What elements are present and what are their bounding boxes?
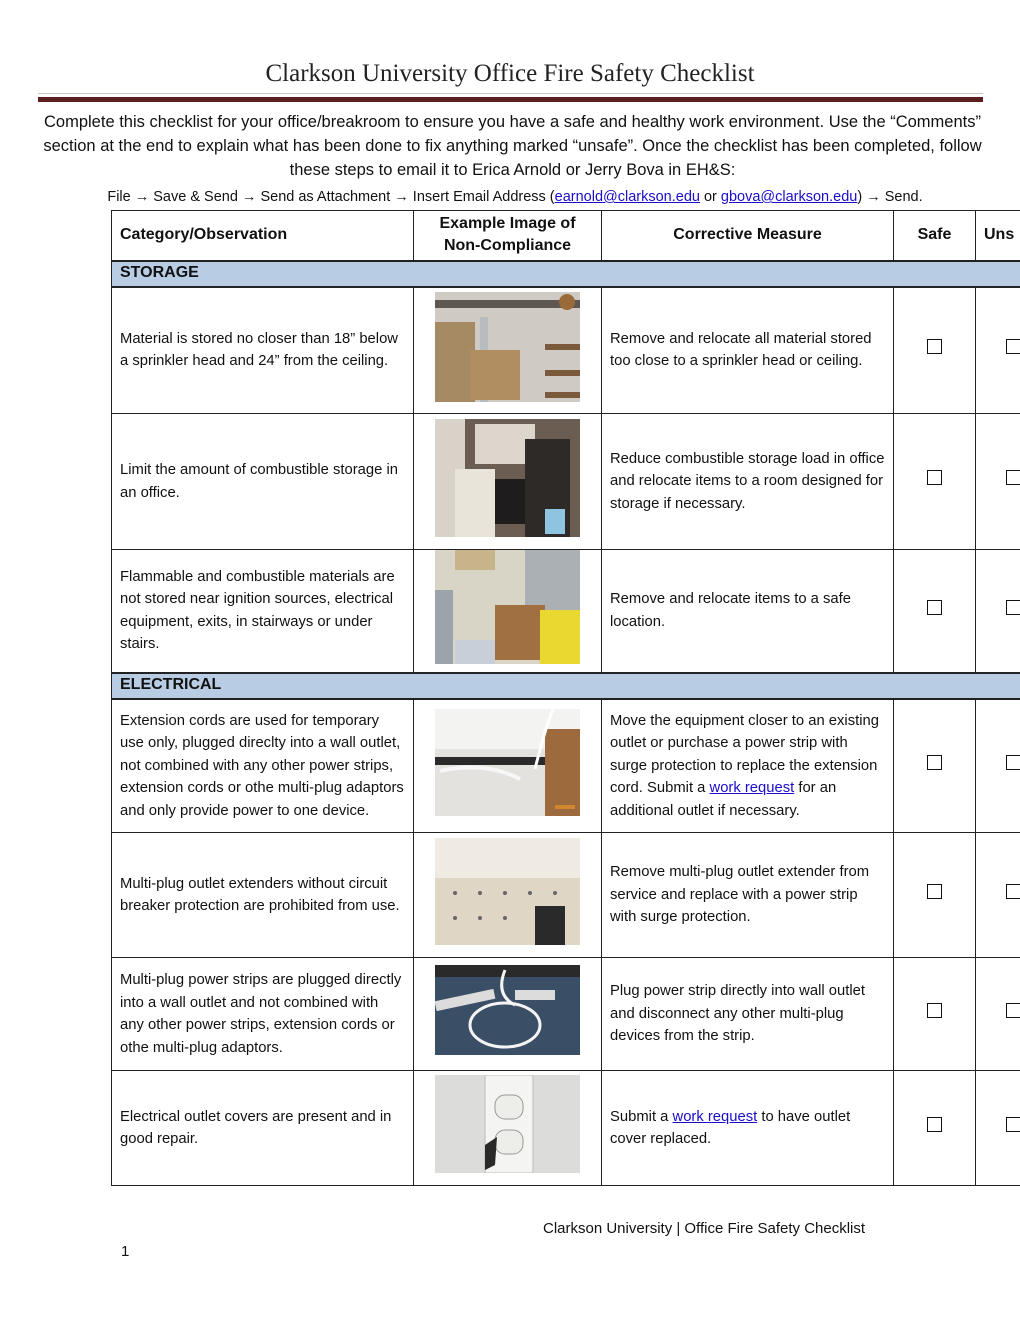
header-image: Example Image of Non-Compliance <box>413 210 602 261</box>
unsafe-checkbox[interactable] <box>1006 599 1020 615</box>
intro-paragraph: Complete this checklist for your office/… <box>43 113 982 179</box>
example-image-cell <box>413 286 602 414</box>
section-row-storage: STORAGE <box>111 259 1020 288</box>
checklist-table: Category/Observation Example Image of No… <box>111 210 1020 1186</box>
corrective-measure-text: Reduce combustible storage load in offic… <box>601 413 894 550</box>
safe-checkbox-cell[interactable] <box>893 698 976 833</box>
document-title: Clarkson University Office Fire Safety C… <box>265 60 755 87</box>
safe-checkbox-cell[interactable] <box>893 549 976 673</box>
safe-checkbox[interactable] <box>927 470 942 486</box>
section-label: STORAGE <box>111 259 1020 288</box>
table-row: Multi-plug outlet extenders without circ… <box>111 832 1020 958</box>
unsafe-checkbox[interactable] <box>1006 1002 1020 1018</box>
safe-checkbox[interactable] <box>927 599 942 615</box>
safe-checkbox-cell[interactable] <box>893 413 976 550</box>
example-photo-outlet-extender <box>435 837 580 945</box>
example-photo-power-strips <box>435 965 580 1056</box>
corrective-measure-text: Remove and relocate all material stored … <box>601 286 894 414</box>
safe-checkbox[interactable] <box>927 339 942 354</box>
table-row: Multi-plug power strips are plugged dire… <box>111 957 1020 1071</box>
section-row-electrical: ELECTRICAL <box>111 671 1020 700</box>
example-photo-broken-outlet-cover <box>435 1075 580 1174</box>
example-image-cell <box>413 698 602 833</box>
observation-text: Multi-plug outlet extenders without circ… <box>111 832 414 958</box>
steps-part1: File → Save & Send → Send as Attachment … <box>107 189 555 205</box>
corrective-measure-text: Remove and relocate items to a safe loca… <box>601 549 894 673</box>
unsafe-checkbox[interactable] <box>1006 470 1020 486</box>
work-request-link[interactable]: work request <box>710 780 795 796</box>
title-rule-thin <box>38 93 983 94</box>
example-photo-extension-cord <box>435 708 580 816</box>
corrective-measure-text: Remove multi-plug outlet extender from s… <box>601 832 894 958</box>
safe-checkbox-cell[interactable] <box>893 286 976 414</box>
unsafe-checkbox-cell[interactable] <box>975 549 1020 673</box>
observation-text: Multi-plug power strips are plugged dire… <box>111 957 414 1071</box>
example-image-cell <box>413 1070 602 1186</box>
header-category: Category/Observation <box>111 210 414 261</box>
example-image-cell <box>413 413 602 550</box>
table-header-row: Category/Observation Example Image of No… <box>111 210 1020 261</box>
safe-checkbox-cell[interactable] <box>893 1070 976 1186</box>
unsafe-checkbox-cell[interactable] <box>975 832 1020 958</box>
unsafe-checkbox-cell[interactable] <box>975 286 1020 414</box>
unsafe-checkbox-cell[interactable] <box>975 957 1020 1071</box>
header-unsafe: Uns <box>975 210 1020 261</box>
corrective-measure-text: Plug power strip directly into wall outl… <box>601 957 894 1071</box>
safe-checkbox-cell[interactable] <box>893 957 976 1071</box>
unsafe-checkbox-cell[interactable] <box>975 698 1020 833</box>
table-row: Electrical outlet covers are present and… <box>111 1070 1020 1186</box>
unsafe-checkbox[interactable] <box>1006 754 1020 770</box>
unsafe-checkbox[interactable] <box>1006 339 1020 354</box>
example-image-cell <box>413 549 602 673</box>
unsafe-checkbox-cell[interactable] <box>975 1070 1020 1186</box>
observation-text: Electrical outlet covers are present and… <box>111 1070 414 1186</box>
safe-checkbox[interactable] <box>927 754 942 770</box>
work-request-link[interactable]: work request <box>673 1109 758 1125</box>
header-safe: Safe <box>893 210 976 261</box>
corrective-measure-text: Move the equipment closer to an existing… <box>601 698 894 833</box>
safe-checkbox[interactable] <box>927 883 942 899</box>
table-row: Material is stored no closer than 18” be… <box>111 286 1020 414</box>
unsafe-checkbox[interactable] <box>1006 1116 1020 1132</box>
example-photo-boxes-near-panel <box>435 550 580 664</box>
measure-text-pre: Submit a <box>610 1108 673 1125</box>
example-photo-cluttered-office <box>435 418 580 537</box>
safe-checkbox[interactable] <box>927 1002 942 1018</box>
observation-text: Limit the amount of combustible storage … <box>111 413 414 550</box>
steps-or: or <box>699 189 721 205</box>
page-footer: Clarkson University | Office Fire Safety… <box>543 1220 866 1237</box>
email-steps: File → Save & Send → Send as Attachment … <box>0 189 1020 205</box>
example-image-cell <box>413 957 602 1071</box>
table-row: Limit the amount of combustible storage … <box>111 413 1020 550</box>
email-link-earnold[interactable]: earnold@clarkson.edu <box>555 189 700 205</box>
safe-checkbox-cell[interactable] <box>893 832 976 958</box>
header-measure: Corrective Measure <box>601 210 894 261</box>
steps-part2: ) → Send. <box>857 189 923 205</box>
table-row: Flammable and combustible materials are … <box>111 549 1020 673</box>
section-label: ELECTRICAL <box>111 671 1020 700</box>
observation-text: Material is stored no closer than 18” be… <box>111 286 414 414</box>
unsafe-checkbox[interactable] <box>1006 883 1020 899</box>
title-rule-thick <box>38 97 983 102</box>
observation-text: Flammable and combustible materials are … <box>111 549 414 673</box>
table-row: Extension cords are used for temporary u… <box>111 698 1020 833</box>
example-photo-sprinkler-storage <box>435 291 580 402</box>
observation-text: Extension cords are used for temporary u… <box>111 698 414 833</box>
unsafe-checkbox-cell[interactable] <box>975 413 1020 550</box>
corrective-measure-text: Submit a work request to have outlet cov… <box>601 1070 894 1186</box>
example-image-cell <box>413 832 602 958</box>
safe-checkbox[interactable] <box>927 1116 942 1132</box>
page-number: 1 <box>121 1243 130 1260</box>
email-link-gbova[interactable]: gbova@clarkson.edu <box>721 189 857 205</box>
